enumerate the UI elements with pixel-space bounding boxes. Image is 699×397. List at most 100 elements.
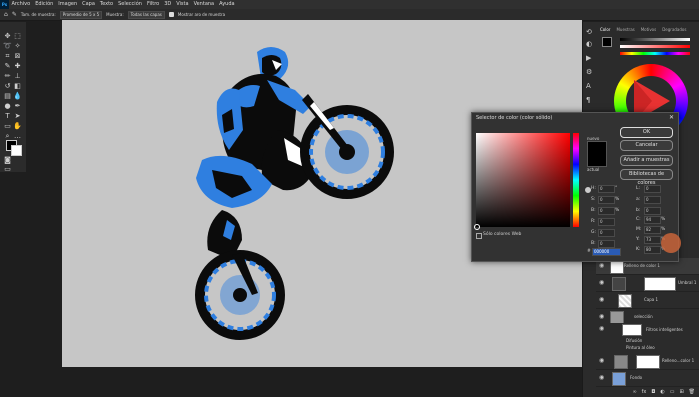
tab-motivos[interactable]: Motivos — [641, 27, 656, 32]
g-input[interactable]: 0 — [598, 229, 615, 237]
eyedropper-icon[interactable]: ✎ — [3, 62, 12, 71]
y-input[interactable]: 73 — [644, 236, 661, 244]
crop-tool-icon[interactable]: ⌗ — [3, 52, 12, 61]
hand-tool-icon[interactable]: ✋ — [13, 122, 22, 131]
shape-tool-icon[interactable]: ▭ — [3, 122, 12, 131]
layer-row[interactable]: ◉ Relleno...color 1 — [596, 353, 699, 370]
frame-tool-icon[interactable]: ⊠ — [13, 52, 22, 61]
s-input[interactable]: 0 — [598, 196, 615, 204]
eye-icon[interactable]: ◉ — [599, 279, 604, 286]
b-input[interactable]: 0 — [598, 207, 615, 215]
blur-tool-icon[interactable]: 💧 — [13, 92, 22, 101]
mask-icon[interactable]: ◘ — [651, 389, 655, 395]
new-layer-icon[interactable]: ⊞ — [679, 389, 683, 395]
r-input[interactable]: 0 — [598, 218, 615, 226]
m-input[interactable]: 82 — [644, 226, 661, 234]
menu-3d[interactable]: 3D — [162, 0, 174, 9]
dodge-tool-icon[interactable]: ● — [3, 102, 12, 111]
layer-row[interactable]: ◉ Fondo — [596, 370, 699, 387]
sample-dropdown[interactable]: Todas las capas — [127, 10, 165, 19]
panel-fg-swatch[interactable] — [602, 37, 612, 47]
filter-diffusion[interactable]: Difusión — [626, 338, 642, 343]
blue-input[interactable]: 0 — [598, 240, 615, 248]
l-input[interactable]: 0 — [644, 185, 661, 193]
menu-texto[interactable]: Texto — [97, 0, 115, 9]
brightness-slider[interactable] — [620, 38, 690, 41]
history-brush-icon[interactable]: ↺ — [3, 82, 12, 91]
color-field-marker[interactable] — [474, 224, 480, 230]
show-ring-checkbox[interactable] — [168, 12, 174, 17]
menu-imagen[interactable]: Imagen — [56, 0, 80, 9]
color-libraries-button[interactable]: Bibliotecas de colores — [620, 169, 673, 186]
lab-b-input[interactable]: 0 — [644, 207, 661, 215]
eye-icon[interactable]: ◉ — [599, 296, 604, 303]
healing-tool-icon[interactable]: ✚ — [13, 62, 22, 71]
saturation-slider[interactable] — [620, 45, 690, 48]
eye-icon[interactable]: ◉ — [599, 325, 604, 332]
eye-icon[interactable]: ◉ — [599, 357, 604, 364]
layer-name: Umbral 1 — [678, 280, 697, 285]
layer-row[interactable]: ◉ Umbral 1 — [596, 275, 699, 292]
ok-button[interactable]: OK — [620, 127, 673, 138]
menu-archivo[interactable]: Archivo — [9, 0, 33, 9]
menu-edicion[interactable]: Edición — [33, 0, 56, 9]
path-select-icon[interactable]: ➤ — [13, 112, 22, 121]
hue-strip[interactable] — [573, 133, 579, 227]
adjustment-layer-icon[interactable]: ◐ — [660, 389, 664, 395]
type-tool-icon[interactable]: T — [3, 112, 12, 121]
filter-oil-paint[interactable]: Pintura al óleo — [626, 345, 655, 350]
cancel-button[interactable]: Cancelar — [620, 140, 673, 151]
menu-seleccion[interactable]: Selección — [116, 0, 145, 9]
stamp-tool-icon[interactable]: ⊥ — [13, 72, 22, 81]
r-label: R: — [591, 219, 596, 224]
k-input[interactable]: 80 — [644, 246, 661, 254]
pen-tool-icon[interactable]: ✒ — [13, 102, 22, 111]
background-color-swatch[interactable] — [11, 145, 22, 156]
close-icon[interactable]: ✕ — [669, 114, 674, 121]
panel-tabs: Color Muestras Motivos Degradados — [600, 27, 686, 32]
eye-icon[interactable]: ◉ — [599, 374, 604, 381]
web-only-checkbox[interactable] — [476, 233, 482, 239]
color-field[interactable] — [476, 133, 570, 227]
layer-row[interactable]: ◉ Capa 1 — [596, 292, 699, 309]
gradient-tool-icon[interactable]: ▤ — [3, 92, 12, 101]
eye-icon[interactable]: ◉ — [599, 313, 604, 320]
paragraph-icon[interactable]: ¶ — [586, 96, 590, 104]
a-input[interactable]: 0 — [644, 196, 661, 204]
move-tool-icon[interactable]: ✥ — [3, 32, 12, 41]
c-input[interactable]: 94 — [644, 216, 661, 224]
tab-muestras[interactable]: Muestras — [616, 27, 634, 32]
add-to-swatches-button[interactable]: Añadir a muestras — [620, 155, 673, 166]
adjust-icon[interactable]: ◐ — [586, 40, 592, 48]
h-input[interactable]: 0 — [598, 185, 615, 193]
brush-tool-icon[interactable]: ✏ — [3, 72, 12, 81]
home-icon[interactable]: ⌂ — [4, 11, 8, 18]
fx-icon[interactable]: fx — [642, 389, 647, 395]
link-icon[interactable]: ∞ — [632, 389, 636, 395]
tab-degradados[interactable]: Degradados — [662, 27, 686, 32]
menu-ventana[interactable]: Ventana — [191, 0, 217, 9]
eyedropper-tool-icon[interactable]: ✎ — [12, 11, 17, 18]
tab-color[interactable]: Color — [600, 27, 610, 32]
smart-filters-group[interactable]: ◉ Filtros inteligentes Difusión Pintura … — [596, 323, 699, 354]
menu-vista[interactable]: Vista — [174, 0, 191, 9]
eraser-tool-icon[interactable]: ◧ — [13, 82, 22, 91]
eye-icon[interactable]: ◉ — [599, 262, 604, 269]
hue-slider[interactable] — [620, 52, 690, 55]
hex-input[interactable]: 000000 — [592, 248, 621, 256]
trash-icon[interactable]: 🗑 — [689, 389, 695, 395]
menu-ayuda[interactable]: Ayuda — [217, 0, 237, 9]
menu-capa[interactable]: Capa — [80, 0, 98, 9]
lasso-tool-icon[interactable]: ➰ — [3, 42, 12, 51]
menu-filtro[interactable]: Filtro — [144, 0, 161, 9]
group-icon[interactable]: ▭ — [670, 389, 675, 395]
quick-mask-icon[interactable]: ◙ — [3, 156, 12, 165]
character-icon[interactable]: A — [586, 82, 591, 90]
properties-icon[interactable]: ⚙ — [586, 68, 592, 76]
marquee-tool-icon[interactable]: ⬚ — [13, 32, 22, 41]
sample-size-dropdown[interactable]: Promedio de 5 x 5 — [59, 10, 103, 19]
quick-select-tool-icon[interactable]: ✧ — [13, 42, 22, 51]
history-icon[interactable]: ⟲ — [586, 28, 592, 36]
play-icon[interactable]: ▶ — [586, 54, 591, 62]
screen-mode-icon[interactable]: ▭ — [3, 165, 12, 174]
